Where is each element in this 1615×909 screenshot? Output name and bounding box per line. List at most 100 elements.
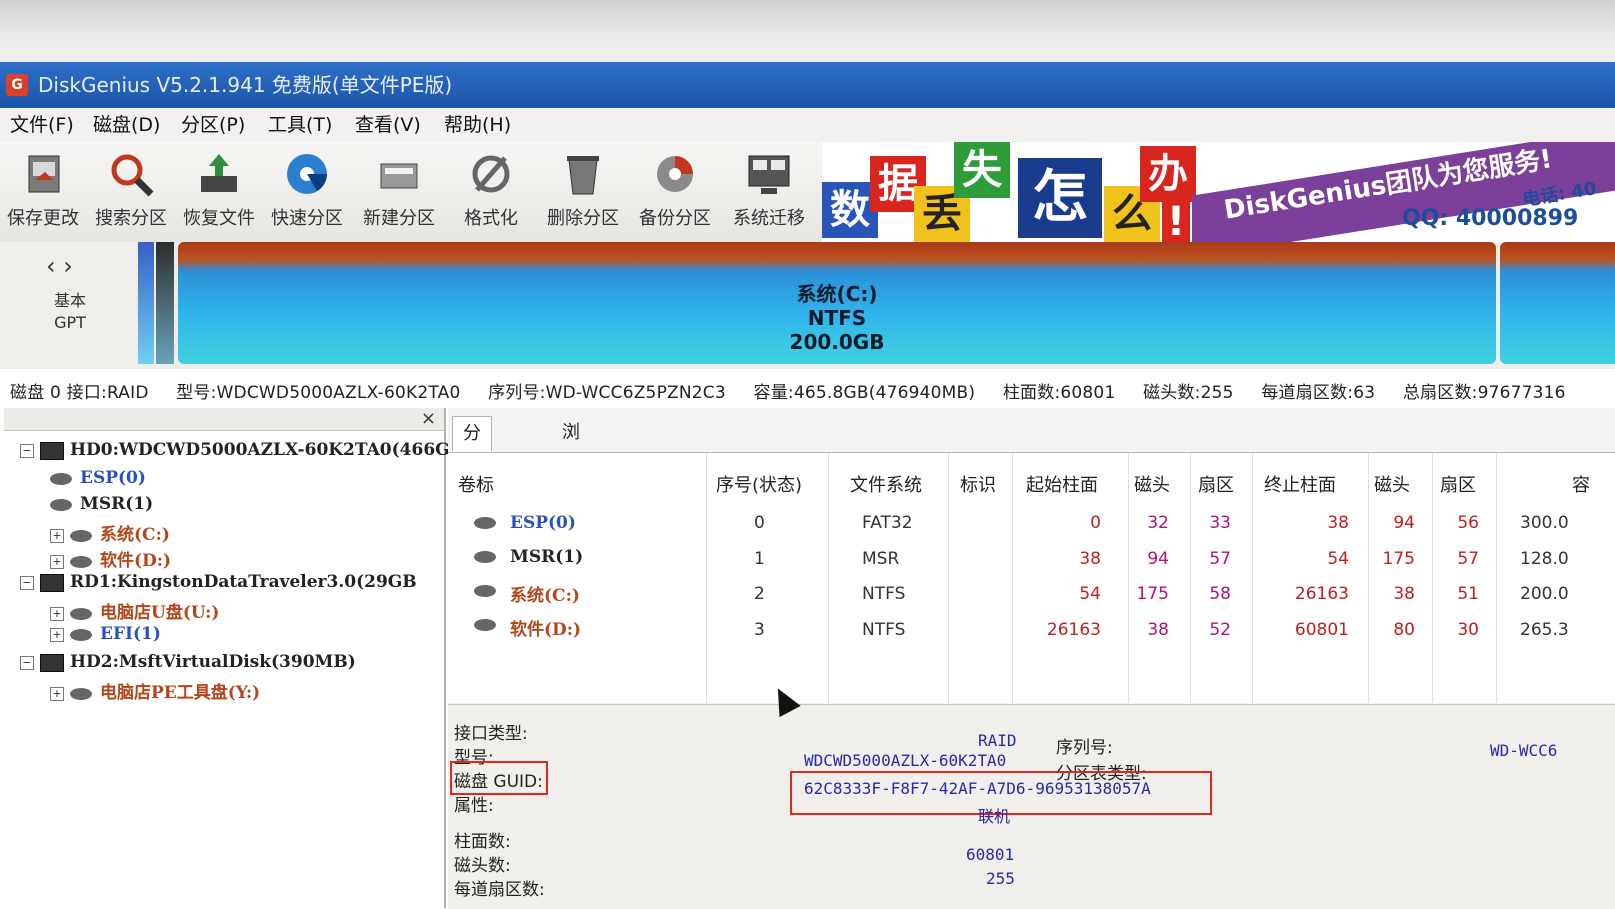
tree-disk-item[interactable]: − RD1:KingstonDataTraveler3.0(29GB (20, 572, 417, 592)
cell-end-cyl: 26163 (1294, 584, 1349, 604)
tree-disk-item[interactable]: − HD2:MsftVirtualDisk(390MB) (20, 652, 356, 672)
col-header-end-cyl[interactable]: 终止柱面 (1264, 471, 1336, 497)
disk-heads: 磁头数:255 (1143, 383, 1234, 403)
table-row[interactable]: ESP(0) 0 FAT32 0 32 33 38 94 56 300.0 (448, 509, 1615, 539)
partition-bar-msr[interactable] (156, 242, 174, 364)
cell-fs: NTFS (862, 619, 906, 640)
cell-index: 1 (754, 548, 765, 569)
tree-item-label: 电脑店PE工具盘(Y:) (100, 683, 261, 703)
cell-index: 3 (754, 619, 765, 640)
partition-bar-software-d[interactable] (1500, 242, 1615, 364)
tree-partition-item[interactable]: + 电脑店U盘(U:) (50, 598, 219, 623)
expand-icon[interactable]: + (50, 606, 64, 621)
tab-partition-params[interactable]: 分区参数 (452, 416, 492, 546)
tree-partition-item[interactable]: + 软件(D:) (50, 546, 171, 571)
promo-banner[interactable]: 数 据 丢 失 怎 么 办 ! DiskGenius团队为您服务! 电话: 40… (822, 142, 1615, 242)
backup-icon (651, 150, 699, 198)
disk-nav-arrows[interactable]: ‹ › (46, 252, 73, 280)
menu-view[interactable]: 查看(V) (355, 108, 421, 142)
hard-disk-icon (40, 653, 64, 672)
table-row[interactable]: 系统(C:) 2 NTFS 54 175 58 26163 38 51 200.0 (448, 577, 1615, 607)
disk-serial: 序列号:WD-WCC6Z5PZN2C3 (488, 383, 726, 403)
cell-end-sector: 57 (1457, 548, 1479, 569)
menu-tools[interactable]: 工具(T) (268, 108, 332, 142)
col-header-start-head[interactable]: 磁头 (1134, 471, 1170, 497)
tab-browse-files[interactable]: 浏览文件 (552, 416, 590, 545)
collapse-icon[interactable]: − (20, 655, 34, 670)
cell-start-cyl: 38 (1079, 548, 1101, 569)
partition-panel: 分区参数 浏览文件 卷标 序号(状态) 文件系统 标识 起始柱面 磁头 扇区 终… (448, 408, 1615, 909)
tree-item-label: EFI(1) (100, 624, 161, 644)
cell-size: 300.0 (1520, 513, 1569, 533)
col-header-id[interactable]: 标识 (960, 471, 996, 497)
tree-partition-item[interactable]: + 系统(C:) (50, 520, 170, 545)
disk-info-line: 磁盘 0 接口:RAID 型号:WDCWD5000AZLX-60K2TA0 序列… (10, 378, 1588, 403)
collapse-icon[interactable]: − (20, 575, 34, 590)
expand-icon[interactable]: + (50, 528, 64, 543)
recover-file-button[interactable]: 恢复文件 (176, 146, 262, 240)
partition-icon (474, 551, 496, 563)
table-row[interactable]: 软件(D:) 3 NTFS 26163 38 52 60801 80 30 265.3 (448, 611, 1615, 641)
cell-start-sector: 52 (1209, 619, 1231, 640)
col-header-start-sector[interactable]: 扇区 (1198, 471, 1234, 497)
disk-model: 型号:WDCWD5000AZLX-60K2TA0 (176, 383, 461, 403)
menu-file[interactable]: 文件(F) (10, 108, 74, 142)
partition-bar-size: 200.0GB (789, 330, 885, 354)
partition-bar-esp[interactable] (138, 242, 154, 364)
col-header-end-head[interactable]: 磁头 (1374, 471, 1410, 497)
banner-char: 怎 (1018, 158, 1102, 238)
expand-icon[interactable]: + (50, 686, 64, 701)
banner-char: ! (1162, 194, 1190, 242)
col-header-volume[interactable]: 卷标 (458, 471, 494, 497)
system-migrate-button[interactable]: 系统迁移 (726, 146, 812, 240)
tree-partition-item[interactable]: MSR(1) (50, 494, 153, 514)
col-header-start-cyl[interactable]: 起始柱面 (1026, 471, 1098, 497)
banner-char: 失 (954, 142, 1010, 198)
tree-disk-item[interactable]: − HD0:WDCWD5000AZLX-60K2TA0(466GB) (20, 440, 472, 460)
format-button[interactable]: 格式化 (448, 146, 534, 240)
partition-bar-name: 系统(C:) (796, 282, 878, 306)
new-partition-button[interactable]: 新建分区 (356, 146, 442, 240)
volume-name: ESP(0) (510, 513, 576, 533)
search-partition-button[interactable]: 搜索分区 (88, 146, 174, 240)
collapse-icon[interactable]: − (20, 443, 34, 458)
col-header-index[interactable]: 序号(状态) (716, 471, 802, 497)
detail-heads-label: 磁头数: (454, 856, 511, 876)
window-title: DiskGenius V5.2.1.941 免费版(单文件PE版) (38, 73, 453, 97)
save-changes-button[interactable]: 保存更改 (0, 146, 86, 240)
tree-panel-header: × (4, 408, 444, 431)
app-logo-icon: G (6, 74, 28, 96)
volume-name: 软件(D:) (510, 620, 582, 640)
banner-qq: QQ: 40000899 (1402, 206, 1579, 231)
close-icon[interactable]: × (421, 408, 436, 429)
cell-start-sector: 57 (1209, 548, 1231, 569)
title-bar: G DiskGenius V5.2.1.941 免费版(单文件PE版) (0, 62, 1615, 108)
tree-partition-item[interactable]: + EFI(1) (50, 624, 161, 644)
menu-help[interactable]: 帮助(H) (444, 108, 511, 142)
col-header-end-sector[interactable]: 扇区 (1440, 471, 1476, 497)
col-header-capacity[interactable]: 容 (1572, 471, 1590, 497)
tree-partition-item[interactable]: + 电脑店PE工具盘(Y:) (50, 678, 260, 703)
menu-disk[interactable]: 磁盘(D) (93, 108, 160, 142)
cell-fs: MSR (862, 548, 900, 569)
expand-icon[interactable]: + (50, 554, 64, 569)
detail-spt-label: 每道扇区数: (454, 880, 545, 900)
col-header-fs[interactable]: 文件系统 (850, 471, 922, 497)
menu-partition[interactable]: 分区(P) (181, 108, 245, 142)
cell-start-cyl: 54 (1079, 584, 1101, 604)
cell-end-head: 175 (1382, 548, 1415, 569)
disk-cylinders: 柱面数:60801 (1002, 383, 1116, 403)
quick-partition-button[interactable]: 快速分区 (264, 146, 350, 240)
cell-fs: NTFS (862, 584, 906, 604)
detail-serial-label: 序列号: (1056, 738, 1113, 758)
expand-icon[interactable]: + (50, 627, 64, 642)
partition-bar-system-c[interactable]: 系统(C:) NTFS 200.0GB (178, 242, 1496, 364)
table-row[interactable]: MSR(1) 1 MSR 38 94 57 54 175 57 128.0 (448, 543, 1615, 573)
system-migrate-icon (745, 150, 793, 198)
tree-item-label: MSR(1) (80, 494, 154, 514)
cell-end-head: 94 (1393, 513, 1415, 533)
delete-partition-button[interactable]: 删除分区 (540, 146, 626, 240)
tree-partition-item[interactable]: ESP(0) (50, 468, 146, 488)
backup-partition-button[interactable]: 备份分区 (632, 146, 718, 240)
cell-end-cyl: 38 (1327, 513, 1349, 533)
